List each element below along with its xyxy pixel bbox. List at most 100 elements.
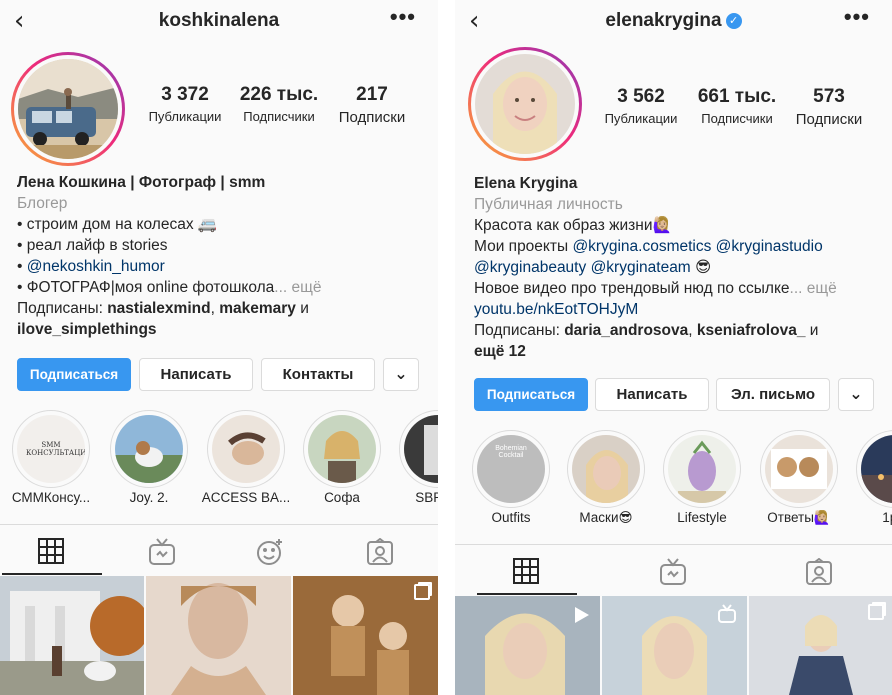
message-button[interactable]: Написать [139,358,253,391]
stat-following-number: 573 [813,86,845,107]
tab-tagged[interactable] [769,545,869,595]
tab-grid[interactable] [477,545,577,595]
followed-more-link[interactable]: ещё 12 [474,341,837,362]
igtv-post-icon [718,604,736,623]
followed-user[interactable]: nastialexmind [107,300,210,317]
post-image [146,576,291,695]
email-button[interactable]: Эл. письмо [716,378,830,411]
bio-emoji: 😎 [690,259,712,276]
follow-button[interactable]: Подписаться [474,378,588,411]
post-thumbnail[interactable] [749,596,892,695]
more-options-icon[interactable]: ••• [390,4,416,30]
follow-button[interactable]: Подписаться [17,358,131,391]
followed-user[interactable]: ilove_simplethings [17,319,322,340]
profile-header: ‹ elenakrygina ✓ ••• [455,0,892,44]
stat-followers[interactable]: 226 тыс. Подписчики [231,84,327,124]
post-thumbnail[interactable] [602,596,747,695]
more-link[interactable]: ... ещё [790,280,837,297]
bio-line-projects: @kryginabeauty @kryginateam 😎 [474,257,837,278]
highlight-1pol[interactable] [856,430,892,508]
profile-tabs [0,524,438,575]
highlight-image [212,415,280,483]
mention-link[interactable]: @kryginastudio [716,238,823,255]
followed-user[interactable]: makemary [219,300,296,317]
tab-igtv[interactable] [623,545,723,595]
followed-prefix: Подписаны: [474,322,565,339]
dropdown-chevron-icon[interactable]: ⌄ [383,358,419,391]
igtv-icon [660,558,686,585]
highlight-outfits[interactable]: Bohemian Cocktail [472,430,550,508]
highlight-label: Софа [324,490,360,505]
mention-link[interactable]: @krygina.cosmetics [572,238,711,255]
stat-followers-label: Подписчики [243,109,315,124]
mention-link[interactable]: @kryginabeauty [474,259,586,276]
tagged-user-icon [806,558,832,585]
tab-tagged[interactable] [330,525,430,575]
contacts-button[interactable]: Контакты [261,358,375,391]
highlight-image [404,415,438,483]
tab-effects[interactable] [220,525,320,575]
followed-separator: , [688,322,697,339]
highlight-label: Outfits [491,510,531,525]
highlight-image [308,415,376,483]
highlight-smm[interactable]: SMM КОНСУЛЬТАЦИЯ [12,410,90,488]
stat-posts[interactable]: 3 372 Публикации [140,84,230,124]
profile-panel-koshkinalena: ‹ koshkinalena ••• 3 372 Публикации 226 … [0,0,438,695]
followed-prefix: Подписаны: [17,300,108,317]
profile-panel-elenakrygina: ‹ elenakrygina ✓ ••• 3 562 Публикации 661… [455,0,892,695]
highlight-label: СММКонсу... [11,490,91,505]
bio-line: Красота как образ жизни🙋🏼‍♀️ [474,217,672,234]
highlight-masks[interactable] [567,430,645,508]
tab-grid[interactable] [2,525,102,575]
avatar[interactable] [468,47,582,161]
more-link[interactable]: ... ещё [274,279,321,296]
stat-following-number: 217 [356,84,388,105]
avatar-photo [475,54,575,154]
post-thumbnail[interactable] [146,576,291,695]
grid-icon [513,558,539,584]
bio-projects-prefix: Мои проекты [474,238,573,255]
profile-username-row: elenakrygina ✓ [455,10,892,32]
stat-posts-label: Публикации [604,111,678,126]
tagged-user-icon [367,538,393,565]
profile-category: Публичная личность [474,196,623,213]
bio-line-truncated: • ФОТОГРАФ|моя online фотошкола... ещё [17,277,322,298]
stat-posts-number: 3 562 [617,86,665,107]
highlight-sofa[interactable] [303,410,381,488]
profile-name: Elena Krygina [474,175,578,192]
mention-link[interactable]: @nekoshkin_humor [27,258,165,275]
dropdown-chevron-icon[interactable]: ⌄ [838,378,874,411]
highlight-label: Lifestyle [677,510,727,525]
followed-user[interactable]: kseniafrolova_ [697,322,806,339]
more-options-icon[interactable]: ••• [844,4,870,30]
mention-link[interactable]: @kryginateam [591,259,691,276]
igtv-icon [149,538,175,565]
bio-url-link[interactable]: youtu.be/nkEotTOHJyM [474,299,837,320]
stat-following[interactable]: 217 Подписки [328,84,416,126]
grid-icon [38,538,64,564]
highlight-sbp[interactable] [399,410,438,488]
highlight-joy[interactable] [110,410,188,488]
post-thumbnail[interactable] [455,596,600,695]
stat-posts[interactable]: 3 562 Публикации [596,86,686,126]
followed-user[interactable]: daria_androsova [564,322,688,339]
highlight-cover-text: SMM КОНСУЛЬТАЦИЯ [26,441,85,457]
post-thumbnail[interactable] [293,576,438,695]
stat-following[interactable]: 573 Подписки [785,86,873,128]
stat-followers[interactable]: 661 тыс. Подписчики [689,86,785,126]
profile-tabs [455,544,892,595]
bio: Лена Кошкина | Фотограф | smm Блогер • с… [17,172,322,340]
highlight-access[interactable] [207,410,285,488]
stat-posts-label: Публикации [148,109,222,124]
bio-line-projects: Мои проекты @krygina.cosmetics @kryginas… [474,236,837,257]
carousel-icon [414,584,430,600]
stat-followers-number: 226 тыс. [239,84,319,105]
highlight-lifestyle[interactable] [663,430,741,508]
message-button[interactable]: Написать [595,378,709,411]
bio-line: • строим дом на колесах 🚐 [17,216,218,233]
highlight-label: SBP.An [415,490,438,505]
highlight-answers[interactable] [760,430,838,508]
tab-igtv[interactable] [112,525,212,575]
avatar[interactable] [11,52,125,166]
post-thumbnail[interactable] [0,576,144,695]
